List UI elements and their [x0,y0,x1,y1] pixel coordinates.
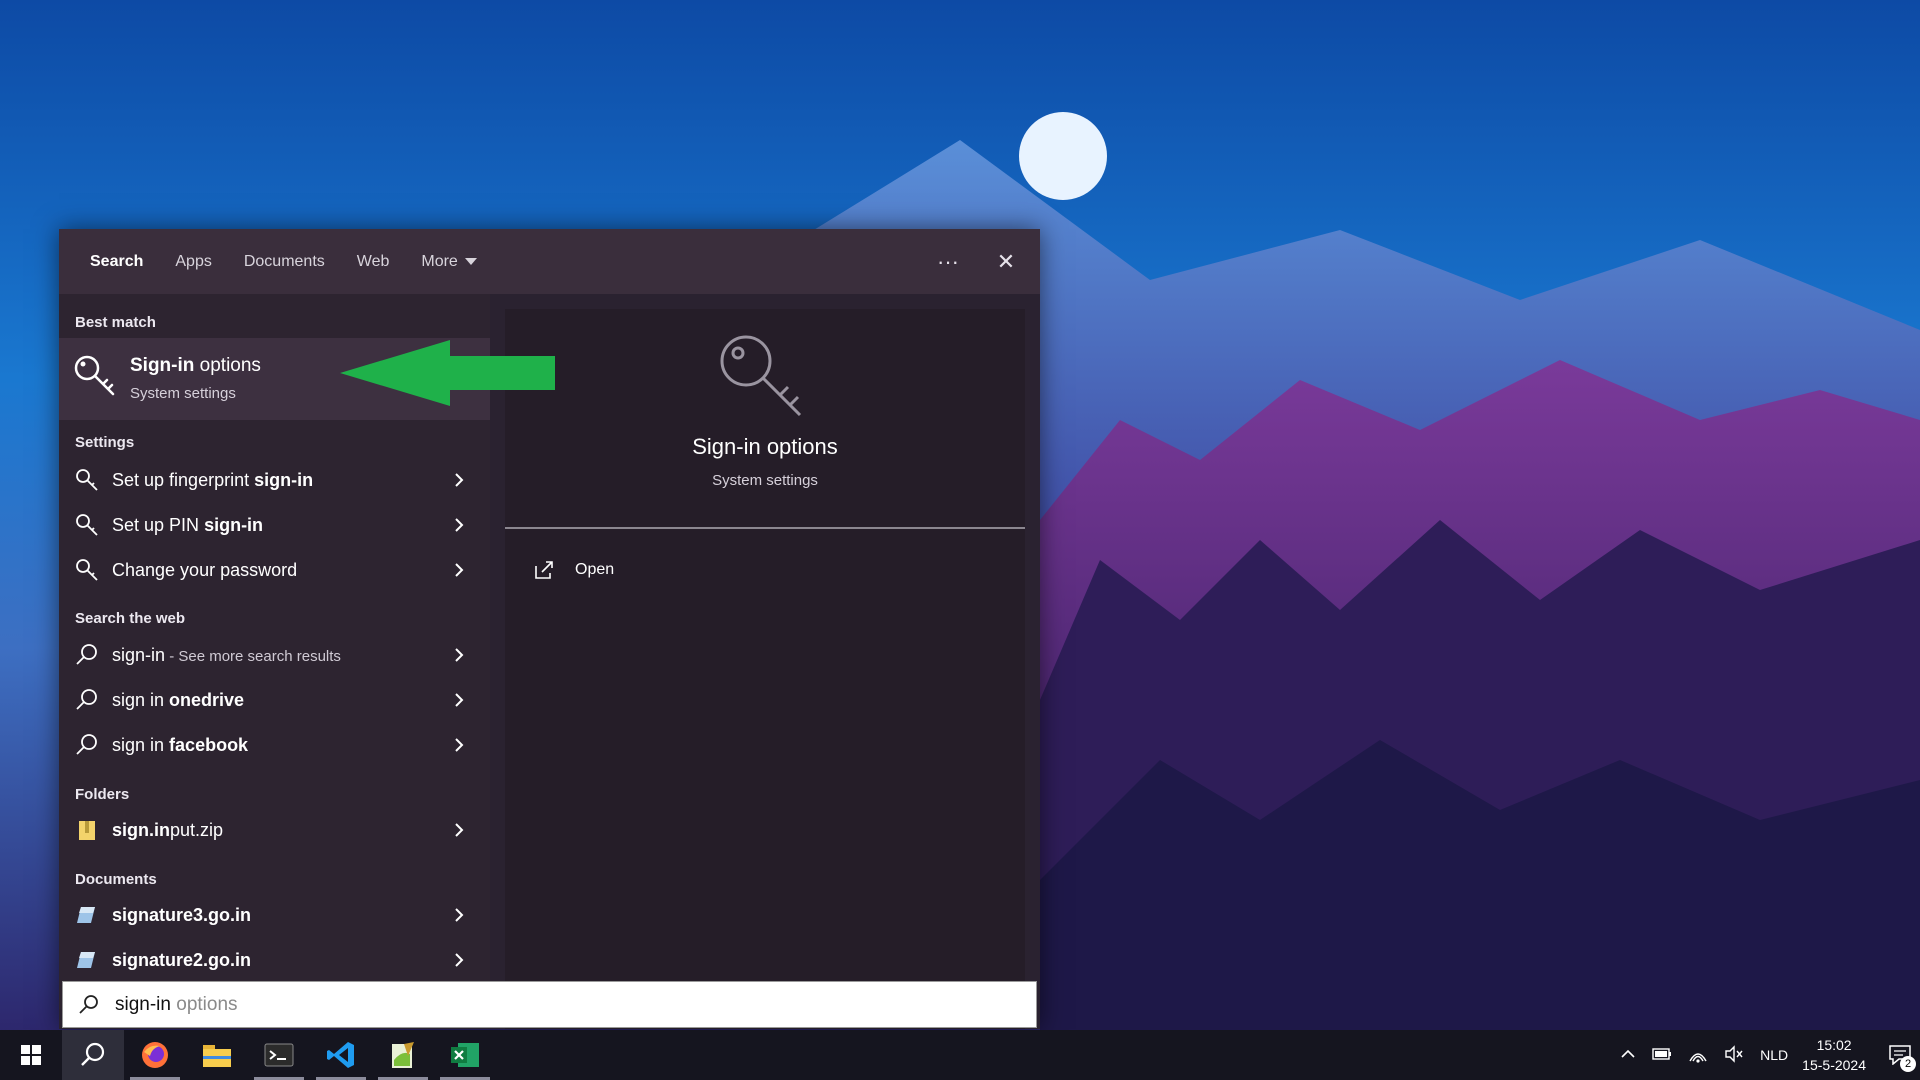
firefox-icon[interactable] [124,1030,186,1080]
search-web-heading: Search the web [75,610,186,627]
preview-pane: Sign-in options System settings Open [505,309,1025,1029]
notification-center-button[interactable]: 2 [1880,1030,1920,1080]
list-item[interactable]: Set up fingerprint sign-in [59,458,490,502]
list-item[interactable]: signature2.go.in [59,938,490,982]
file-explorer-icon[interactable] [186,1030,248,1080]
best-match-title: Sign-in options [130,355,261,376]
list-item[interactable]: sign in onedrive [59,678,490,722]
annotation-arrow [340,340,555,406]
chevron-up-icon[interactable] [1620,1046,1636,1065]
list-item-label: Set up fingerprint sign-in [112,469,314,490]
open-external-icon [535,561,553,579]
clock-time: 15:02 [1816,1037,1852,1053]
key-icon [76,559,98,581]
preview-title: Sign-in options [692,434,838,459]
chevron-right-icon[interactable] [450,736,468,754]
folders-heading: Folders [75,786,130,803]
tab-more-label: More [421,252,458,270]
chevron-right-icon[interactable] [450,561,468,579]
chevron-right-icon[interactable] [450,951,468,969]
search-icon [76,734,97,755]
list-item-label: Change your password [112,559,298,580]
key-icon [76,469,98,491]
notification-count: 2 [1900,1056,1916,1072]
search-icon[interactable] [62,1030,124,1080]
tab-search[interactable]: Search [90,253,143,271]
list-item-label: sign-in - See more search results [112,644,341,665]
tab-web[interactable]: Web [357,253,390,271]
preview-subtitle: System settings [712,472,818,489]
chevron-right-icon[interactable] [450,691,468,709]
volume-muted-icon[interactable] [1724,1044,1744,1066]
open-label: Open [575,561,615,578]
list-item-label: signature3.go.in [112,904,252,925]
list-item-label: sign in onedrive [112,689,245,710]
list-item[interactable]: signature3.go.in [59,893,490,937]
tab-more[interactable]: More [421,252,477,271]
list-item[interactable]: Change your password [59,548,490,592]
list-item-label: Set up PIN sign-in [112,514,264,535]
wifi-icon[interactable] [1688,1045,1708,1066]
documents-heading: Documents [75,871,157,888]
chevron-right-icon[interactable] [450,906,468,924]
search-icon [79,994,98,1014]
list-item[interactable]: Set up PIN sign-in [59,503,490,547]
language-indicator[interactable]: NLD [1760,1047,1788,1063]
taskbar: NLD 15:02 15-5-2024 2 [0,1030,1920,1080]
windows-start-icon[interactable] [0,1030,62,1080]
zip-folder-icon [79,821,95,840]
excel-icon[interactable] [434,1030,496,1080]
clock-date: 15-5-2024 [1802,1057,1866,1073]
list-item[interactable]: sign in facebook [59,723,490,767]
key-icon [74,355,115,396]
battery-icon[interactable] [1652,1047,1672,1064]
list-item[interactable]: sign.input.zip [59,808,490,852]
ellipsis-icon[interactable]: ··· [934,249,962,275]
system-tray: NLD 15:02 15-5-2024 2 [1612,1030,1920,1080]
chevron-right-icon[interactable] [450,516,468,534]
open-action[interactable]: Open [533,559,614,581]
tab-documents[interactable]: Documents [244,253,325,271]
best-match-heading: Best match [75,314,156,331]
key-icon [720,335,802,417]
best-match-subtitle: System settings [130,385,236,402]
list-item-label: signature2.go.in [112,949,252,970]
clock[interactable]: 15:02 15-5-2024 [1802,1035,1866,1075]
caret-down-icon [464,258,477,265]
search-icon [76,689,97,710]
notepadpp-icon[interactable] [372,1030,434,1080]
chevron-right-icon[interactable] [450,821,468,839]
search-icon [76,644,97,665]
tab-apps[interactable]: Apps [175,253,211,271]
close-icon[interactable]: ✕ [992,249,1020,275]
chevron-right-icon[interactable] [450,646,468,664]
search-suggestion: options [170,993,238,1015]
vscode-icon[interactable] [310,1030,372,1080]
search-query: sign-in options [115,993,238,1015]
key-icon [76,514,98,536]
list-item-label: sign.input.zip [112,819,224,840]
document-icon [77,907,95,923]
document-icon [77,952,95,968]
terminal-icon[interactable] [248,1030,310,1080]
search-tabs: Search Apps Documents Web More ··· ✕ [59,229,1040,294]
list-item[interactable]: sign-in - See more search results [59,633,490,677]
preview-divider [505,527,1025,529]
search-input[interactable]: sign-in options [62,981,1037,1028]
list-item-label: sign in facebook [112,734,249,755]
chevron-right-icon[interactable] [450,471,468,489]
settings-heading: Settings [75,434,135,451]
